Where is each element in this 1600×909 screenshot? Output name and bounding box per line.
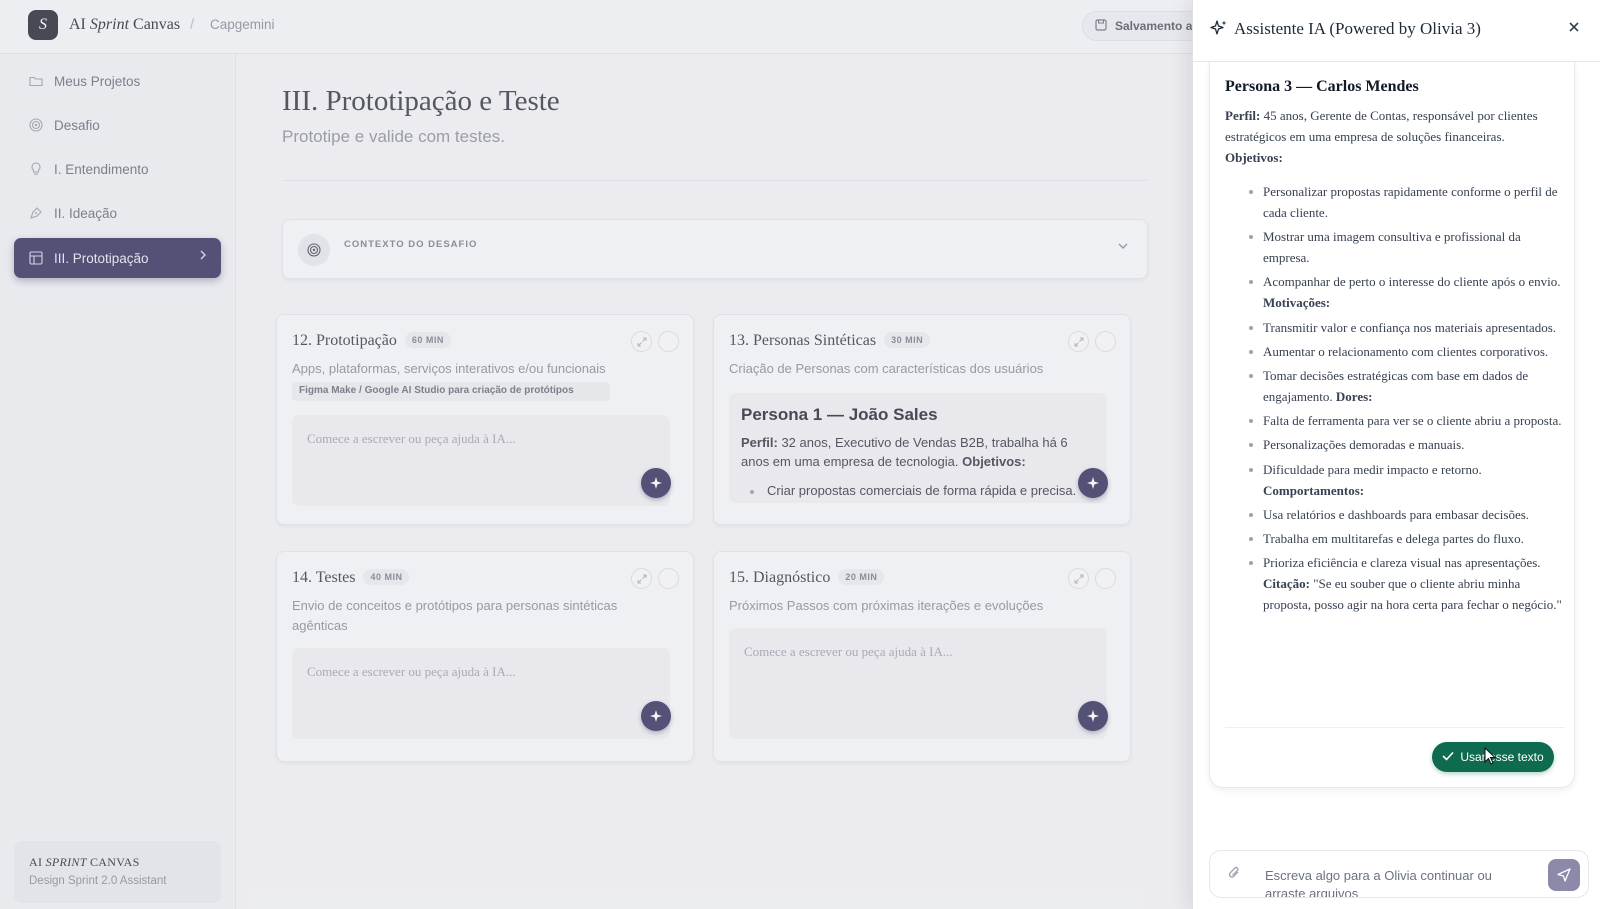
- sparkles-icon: [1210, 19, 1228, 42]
- item-text: Prioriza eficiência e clareza visual nas…: [1263, 555, 1541, 571]
- item-text: Acompanhar de perto o interesse do clien…: [1263, 274, 1561, 290]
- modal-backdrop[interactable]: [0, 0, 1192, 909]
- list-item: Transmitir valor e confiança nos materia…: [1225, 317, 1565, 338]
- paperclip-icon[interactable]: [1227, 865, 1241, 886]
- item-text: Tomar decisões estratégicas com base em …: [1263, 367, 1529, 404]
- item-text: Mostrar uma imagem consultiva e profissi…: [1263, 229, 1521, 266]
- section-label: Comportamentos:: [1263, 482, 1365, 498]
- list-item: Trabalha em multitarefas e delega partes…: [1225, 528, 1565, 549]
- list-item: Personalizações demoradas e manuais.: [1225, 434, 1565, 455]
- list-item: Prioriza eficiência e clareza visual nas…: [1225, 552, 1565, 615]
- item-text: Aumentar o relacionamento com clientes c…: [1263, 343, 1549, 359]
- profile-text: 45 anos, Gerente de Contas, responsável …: [1225, 108, 1538, 144]
- list-item: Falta de ferramenta para ver se o client…: [1225, 410, 1565, 431]
- list-item: Acompanhar de perto o interesse do clien…: [1225, 271, 1565, 313]
- chat-input[interactable]: Escreva algo para a Olivia continuar ou …: [1265, 867, 1535, 897]
- divider: [1225, 727, 1565, 728]
- list-item: Tomar decisões estratégicas com base em …: [1225, 365, 1565, 407]
- item-text: Personalizar propostas rapidamente confo…: [1263, 184, 1558, 220]
- list-item: Aumentar o relacionamento com clientes c…: [1225, 341, 1565, 362]
- assistant-panel: Assistente IA (Powered by Olivia 3) Pers…: [1192, 0, 1600, 909]
- item-text: Personalizações demoradas e manuais.: [1263, 437, 1465, 453]
- section-label: Motivações:: [1263, 295, 1331, 311]
- item-text: Trabalha em multitarefas e delega partes…: [1263, 530, 1524, 546]
- item-text: Dificuldade para medir impacto e retorno…: [1263, 461, 1482, 477]
- check-icon: [1442, 750, 1454, 764]
- list-item: Usa relatórios e dashboards para embasar…: [1225, 504, 1565, 525]
- mouse-cursor-icon: [1484, 746, 1497, 770]
- assistant-header: Assistente IA (Powered by Olivia 3): [1193, 0, 1600, 62]
- assistant-message: Persona 3 — Carlos Mendes Perfil: 45 ano…: [1209, 62, 1575, 788]
- persona-heading: Persona 3 — Carlos Mendes: [1225, 78, 1419, 95]
- profile-label: Perfil:: [1225, 108, 1261, 123]
- assistant-title: Assistente IA (Powered by Olivia 3): [1234, 19, 1481, 38]
- section-label: Dores:: [1335, 388, 1373, 404]
- list-item: Personalizar propostas rapidamente confo…: [1225, 181, 1565, 223]
- persona-list: Personalizar propostas rapidamente confo…: [1225, 181, 1565, 618]
- item-text: Usa relatórios e dashboards para embasar…: [1263, 506, 1530, 522]
- send-button[interactable]: [1548, 859, 1580, 891]
- section-label: Citação:: [1263, 576, 1310, 592]
- list-item: Mostrar uma imagem consultiva e profissi…: [1225, 226, 1565, 268]
- list-item: Comportamentos:: [1225, 480, 1565, 501]
- item-text: Falta de ferramenta para ver se o client…: [1263, 413, 1562, 429]
- close-icon[interactable]: [1567, 18, 1581, 40]
- objectives-label: Objetivos:: [1225, 150, 1283, 165]
- persona-profile: Perfil: 45 anos, Gerente de Contas, resp…: [1225, 105, 1560, 168]
- item-text: Transmitir valor e confiança nos materia…: [1263, 319, 1557, 335]
- use-text-label: Usar esse texto: [1460, 750, 1544, 764]
- chat-composer[interactable]: Escreva algo para a Olivia continuar ou …: [1209, 850, 1589, 898]
- list-item: Dificuldade para medir impacto e retorno…: [1225, 459, 1565, 480]
